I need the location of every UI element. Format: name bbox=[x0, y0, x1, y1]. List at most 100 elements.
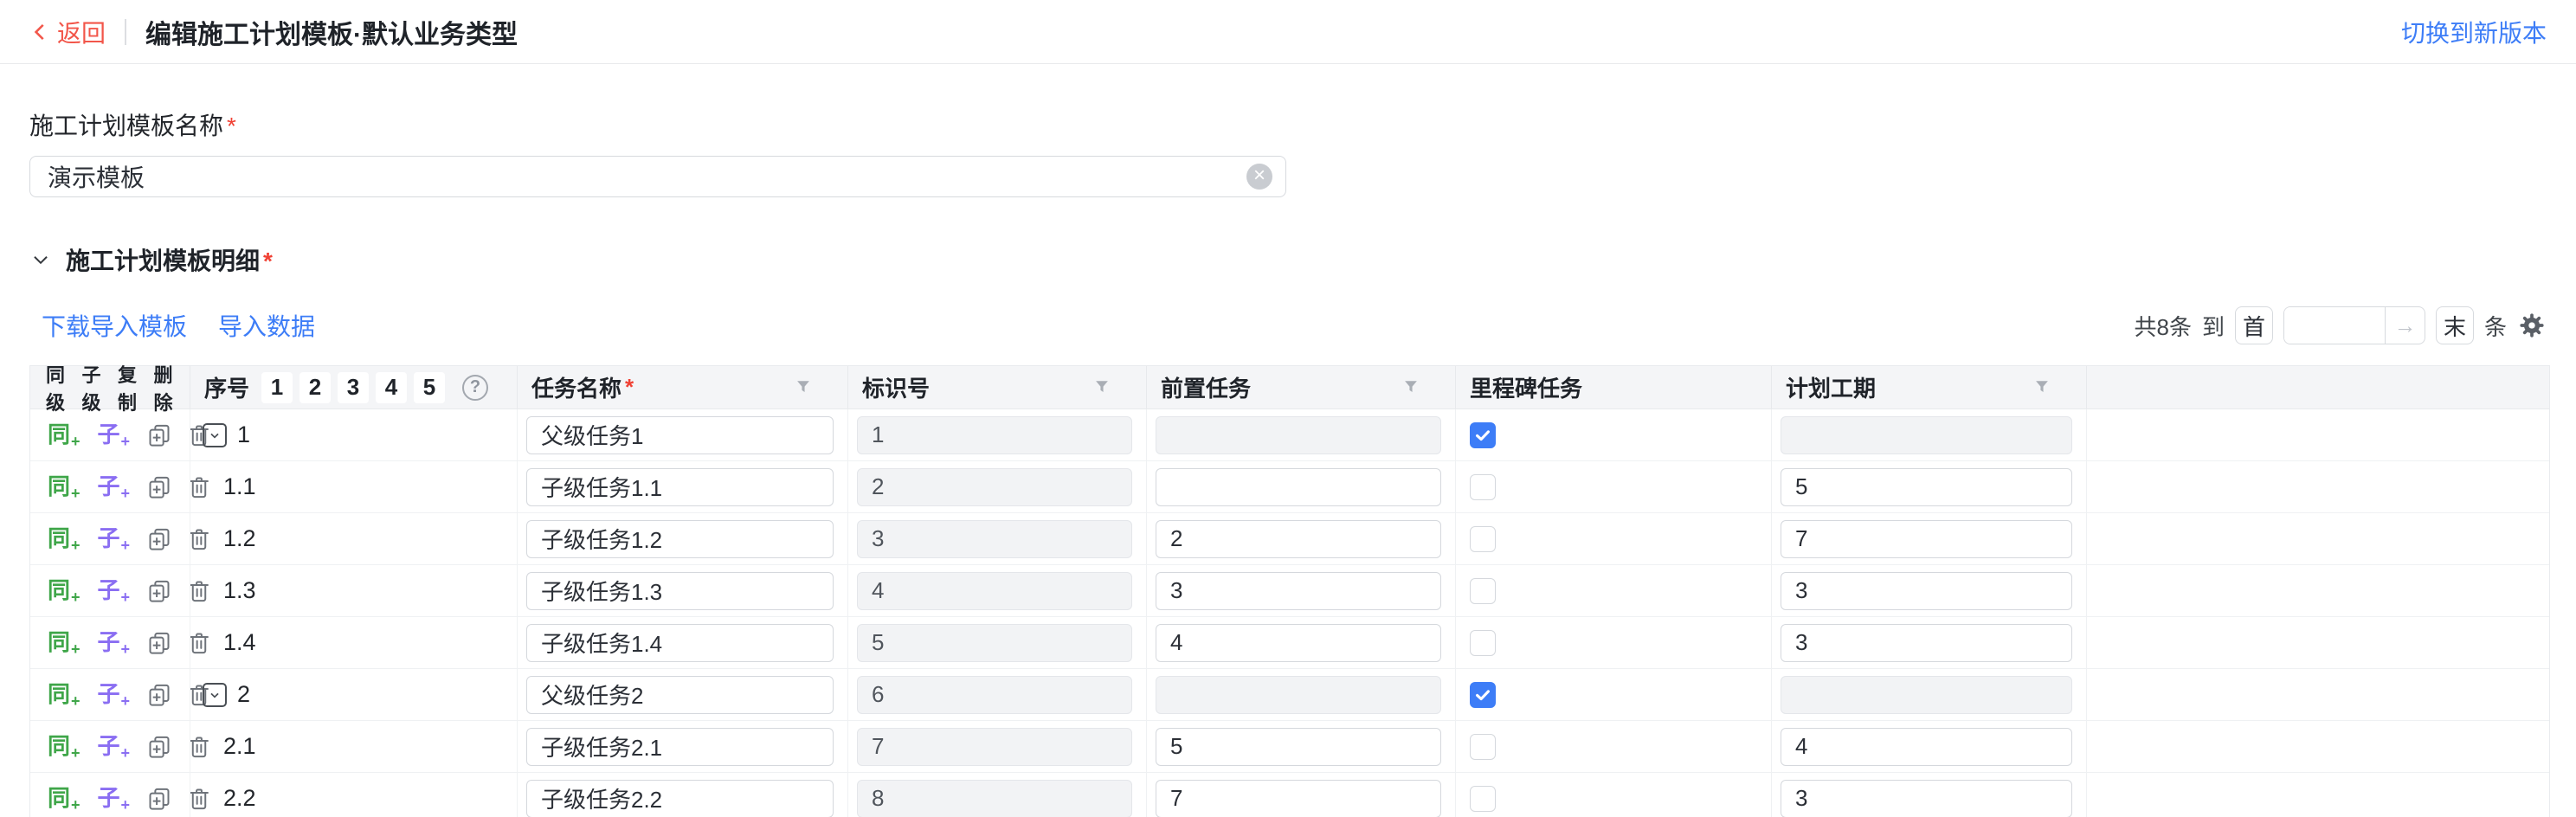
add-child-icon[interactable]: 子+ bbox=[98, 577, 131, 605]
cell-predecessor bbox=[1146, 773, 1455, 817]
cell-seq: 2.2 bbox=[190, 773, 517, 817]
page-body: 施工计划模板名称* × 施工计划模板明细* 下载导入模板 导入数据 共8条 到 … bbox=[0, 107, 2576, 817]
milestone-checkbox[interactable] bbox=[1470, 526, 1496, 552]
switch-version-link[interactable]: 切换到新版本 bbox=[2401, 15, 2547, 49]
jump-page-input[interactable] bbox=[2284, 307, 2385, 344]
predecessor-input[interactable] bbox=[1156, 572, 1441, 610]
add-sibling-icon[interactable]: 同+ bbox=[48, 681, 80, 709]
copy-icon[interactable] bbox=[147, 423, 171, 447]
copy-icon[interactable] bbox=[147, 527, 171, 551]
milestone-checkbox[interactable] bbox=[1470, 786, 1496, 812]
help-icon[interactable]: ? bbox=[462, 375, 488, 401]
last-page-button[interactable]: 末 bbox=[2436, 306, 2474, 344]
cell-seq: 1.3 bbox=[190, 565, 517, 616]
add-sibling-icon[interactable]: 同+ bbox=[48, 785, 80, 813]
settings-gear-icon[interactable] bbox=[2517, 311, 2547, 340]
predecessor-input[interactable] bbox=[1156, 468, 1441, 506]
add-sibling-icon[interactable]: 同+ bbox=[48, 629, 80, 657]
duration-input bbox=[1781, 416, 2072, 454]
copy-icon[interactable] bbox=[147, 631, 171, 655]
milestone-checkbox[interactable] bbox=[1470, 682, 1496, 708]
title-divider bbox=[125, 19, 126, 45]
copy-icon[interactable] bbox=[147, 579, 171, 603]
task-name-input[interactable] bbox=[526, 416, 834, 454]
seq-label: 1.3 bbox=[223, 577, 256, 604]
milestone-checkbox[interactable] bbox=[1470, 734, 1496, 760]
task-name-input[interactable] bbox=[526, 780, 834, 817]
add-child-icon[interactable]: 子+ bbox=[98, 525, 131, 553]
task-name-input[interactable] bbox=[526, 572, 834, 610]
detail-section-header[interactable]: 施工计划模板明细* bbox=[29, 242, 2547, 277]
collapse-toggle-icon[interactable] bbox=[203, 683, 227, 707]
filter-icon[interactable] bbox=[1092, 378, 1111, 397]
header-delete: 删除 bbox=[154, 360, 180, 415]
level-2-button[interactable]: 2 bbox=[299, 372, 331, 403]
task-id-input bbox=[857, 468, 1132, 506]
add-sibling-icon[interactable]: 同+ bbox=[48, 525, 80, 553]
header-task-id: 标识号 bbox=[847, 366, 1146, 408]
cell-empty bbox=[2086, 565, 2549, 616]
level-buttons: 1 2 3 4 5 bbox=[261, 372, 452, 403]
add-child-icon[interactable]: 子+ bbox=[98, 421, 131, 449]
template-name-label: 施工计划模板名称* bbox=[29, 107, 2547, 142]
add-child-icon[interactable]: 子+ bbox=[98, 733, 131, 761]
cell-duration bbox=[1771, 721, 2086, 772]
duration-input[interactable] bbox=[1781, 468, 2072, 506]
copy-icon[interactable] bbox=[147, 475, 171, 499]
duration-input[interactable] bbox=[1781, 520, 2072, 558]
download-template-link[interactable]: 下载导入模板 bbox=[42, 308, 187, 343]
header-actions: 同级 子级 复制 删除 bbox=[30, 366, 190, 408]
task-name-input[interactable] bbox=[526, 676, 834, 714]
milestone-checkbox[interactable] bbox=[1470, 474, 1496, 500]
cell-milestone bbox=[1455, 721, 1771, 772]
predecessor-input[interactable] bbox=[1156, 520, 1441, 558]
level-3-button[interactable]: 3 bbox=[338, 372, 369, 403]
cell-predecessor bbox=[1146, 409, 1455, 460]
level-4-button[interactable]: 4 bbox=[376, 372, 407, 403]
add-child-icon[interactable]: 子+ bbox=[98, 629, 131, 657]
milestone-checkbox[interactable] bbox=[1470, 422, 1496, 448]
clear-input-icon[interactable]: × bbox=[1246, 164, 1272, 190]
task-name-input[interactable] bbox=[526, 520, 834, 558]
template-name-input[interactable] bbox=[29, 156, 1286, 197]
predecessor-input[interactable] bbox=[1156, 624, 1441, 662]
copy-icon[interactable] bbox=[147, 735, 171, 759]
add-child-icon[interactable]: 子+ bbox=[98, 473, 131, 501]
table-row: 同+ 子+ 1. bbox=[30, 617, 2549, 669]
predecessor-input[interactable] bbox=[1156, 728, 1441, 766]
cell-predecessor bbox=[1146, 669, 1455, 720]
level-1-button[interactable]: 1 bbox=[261, 372, 293, 403]
back-button[interactable]: 返回 bbox=[29, 15, 106, 49]
collapse-toggle-icon[interactable] bbox=[203, 423, 227, 447]
add-sibling-icon[interactable]: 同+ bbox=[48, 473, 80, 501]
import-data-link[interactable]: 导入数据 bbox=[218, 308, 315, 343]
table-row: 同+ 子+ 1. bbox=[30, 513, 2549, 565]
cell-task-name bbox=[517, 461, 847, 512]
copy-icon[interactable] bbox=[147, 787, 171, 811]
task-name-input[interactable] bbox=[526, 624, 834, 662]
task-name-input[interactable] bbox=[526, 728, 834, 766]
add-sibling-icon[interactable]: 同+ bbox=[48, 733, 80, 761]
filter-icon[interactable] bbox=[794, 378, 813, 397]
add-sibling-icon[interactable]: 同+ bbox=[48, 577, 80, 605]
first-page-button[interactable]: 首 bbox=[2235, 306, 2273, 344]
duration-input[interactable] bbox=[1781, 728, 2072, 766]
duration-input[interactable] bbox=[1781, 780, 2072, 817]
predecessor-input[interactable] bbox=[1156, 780, 1441, 817]
duration-input[interactable] bbox=[1781, 572, 2072, 610]
milestone-checkbox[interactable] bbox=[1470, 630, 1496, 656]
add-sibling-icon[interactable]: 同+ bbox=[48, 421, 80, 449]
level-5-button[interactable]: 5 bbox=[414, 372, 445, 403]
cell-actions: 同+ 子+ bbox=[30, 617, 190, 668]
add-child-icon[interactable]: 子+ bbox=[98, 785, 131, 813]
jump-arrow-button[interactable]: → bbox=[2385, 307, 2425, 344]
cell-task-id bbox=[847, 721, 1146, 772]
duration-input[interactable] bbox=[1781, 624, 2072, 662]
copy-icon[interactable] bbox=[147, 683, 171, 707]
cell-task-name bbox=[517, 565, 847, 616]
milestone-checkbox[interactable] bbox=[1470, 578, 1496, 604]
filter-icon[interactable] bbox=[2032, 378, 2051, 397]
add-child-icon[interactable]: 子+ bbox=[98, 681, 131, 709]
filter-icon[interactable] bbox=[1401, 378, 1420, 397]
task-name-input[interactable] bbox=[526, 468, 834, 506]
